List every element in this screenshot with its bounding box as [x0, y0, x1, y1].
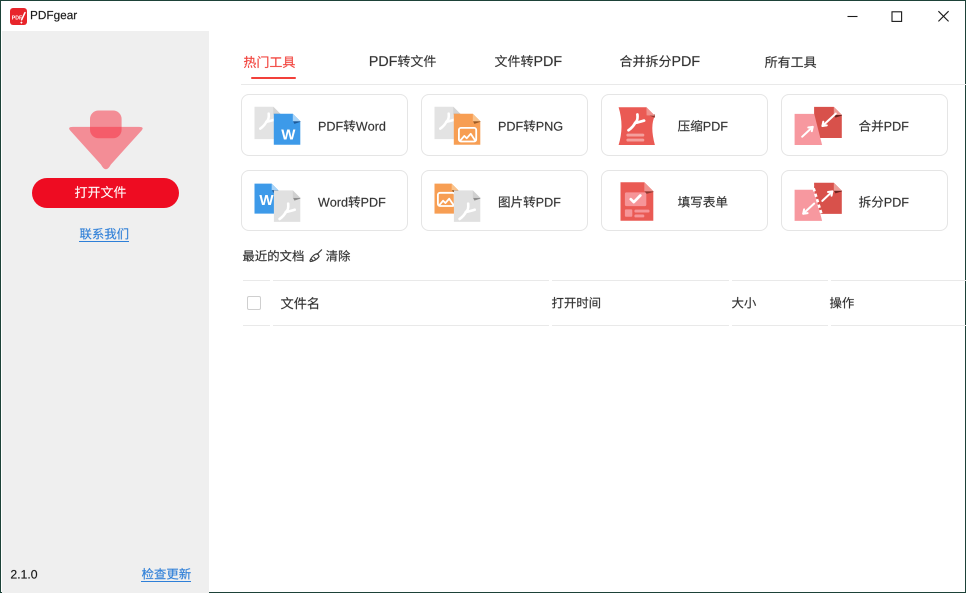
- svg-text:W: W: [259, 192, 274, 209]
- svg-text:PDF: PDF: [12, 15, 22, 21]
- svg-text:W: W: [281, 127, 296, 144]
